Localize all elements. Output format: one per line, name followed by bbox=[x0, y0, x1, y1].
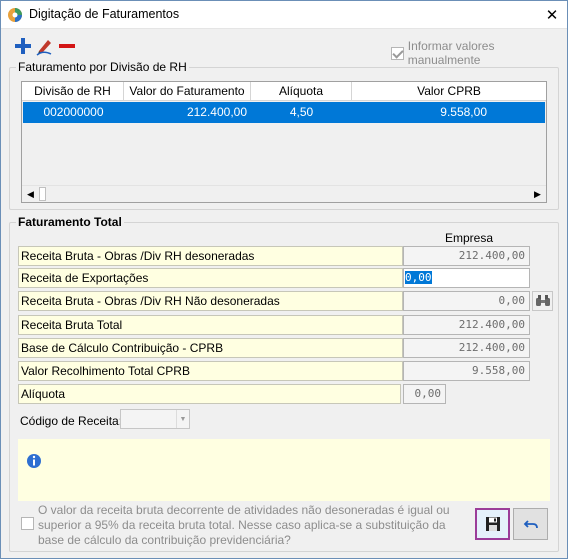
edit-button[interactable] bbox=[35, 36, 55, 56]
label-aliquota: Alíquota bbox=[18, 384, 401, 404]
input-receita-exportacoes-value: 0,00 bbox=[405, 271, 432, 284]
table-row[interactable]: 002000000 212.400,00 4,50 9.558,00 bbox=[23, 102, 545, 123]
value-receita-nao-desoneradas[interactable]: 0,00 bbox=[403, 291, 530, 311]
save-icon bbox=[485, 517, 500, 531]
input-receita-exportacoes[interactable]: 0,00 bbox=[403, 268, 530, 288]
pencil-icon bbox=[36, 40, 52, 56]
undo-button[interactable] bbox=[513, 508, 548, 540]
col-aliquota[interactable]: Alíquota bbox=[251, 82, 352, 101]
empresa-header: Empresa bbox=[445, 231, 494, 245]
horizontal-scrollbar[interactable]: ◀ ▶ bbox=[22, 185, 546, 202]
close-button[interactable]: ✕ bbox=[537, 1, 567, 28]
title-bar: Digitação de Faturamentos ✕ bbox=[1, 1, 567, 29]
codigo-receita-select[interactable]: ▼ bbox=[120, 409, 190, 429]
label-receita-exportacoes: Receita de Exportações bbox=[18, 268, 403, 288]
cell-cprb: 9.558,00 bbox=[440, 105, 487, 119]
col-divisao[interactable]: Divisão de RH bbox=[22, 82, 124, 101]
value-base-calculo[interactable]: 212.400,00 bbox=[403, 338, 530, 358]
cell-aliquota: 4,50 bbox=[289, 105, 314, 119]
col-valor[interactable]: Valor do Faturamento bbox=[124, 82, 251, 101]
label-receita-bruta-total: Receita Bruta Total bbox=[18, 315, 403, 335]
label-base-calculo: Base de Cálculo Contribuição - CPRB bbox=[18, 338, 403, 358]
col-cprb[interactable]: Valor CPRB bbox=[352, 82, 546, 101]
manual-values-checkbox[interactable]: Informar valores manualmente bbox=[391, 39, 567, 67]
cell-divisao: 002000000 bbox=[43, 105, 104, 119]
value-valor-recolhimento[interactable]: 9.558,00 bbox=[403, 361, 530, 381]
rh-grid[interactable]: Divisão de RH Valor do Faturamento Alíqu… bbox=[21, 81, 547, 203]
window-title: Digitação de Faturamentos bbox=[29, 7, 180, 21]
scroll-right-icon[interactable]: ▶ bbox=[529, 186, 546, 202]
chevron-down-icon[interactable]: ▼ bbox=[176, 410, 189, 428]
label-receita-nao-desoneradas: Receita Bruta - Obras /Div RH Não desone… bbox=[18, 291, 403, 311]
manual-values-label: Informar valores manualmente bbox=[407, 39, 495, 67]
nao-desoneradas-text: O valor da receita bruta decorrente de a… bbox=[38, 503, 450, 547]
undo-icon bbox=[523, 520, 538, 529]
plus-icon bbox=[15, 38, 31, 54]
value-aliquota[interactable]: 0,00 bbox=[403, 384, 446, 404]
nao-desoneradas-checkbox[interactable] bbox=[21, 517, 34, 530]
info-panel bbox=[18, 439, 550, 501]
rh-group-label: Faturamento por Divisão de RH bbox=[16, 60, 189, 74]
scroll-thumb[interactable] bbox=[39, 187, 46, 201]
window: Digitação de Faturamentos ✕ Informar val… bbox=[0, 0, 568, 559]
grid-header: Divisão de RH Valor do Faturamento Alíqu… bbox=[22, 82, 546, 101]
remove-button[interactable] bbox=[57, 36, 77, 56]
save-button[interactable] bbox=[475, 508, 510, 540]
cell-valor: 212.400,00 bbox=[186, 105, 247, 119]
scroll-left-icon[interactable]: ◀ bbox=[22, 186, 39, 202]
binoculars-icon bbox=[535, 295, 550, 306]
codigo-receita-label: Código de Receita: bbox=[20, 414, 123, 428]
manual-values-checkbox-box[interactable] bbox=[391, 46, 404, 60]
minus-icon bbox=[59, 44, 75, 48]
total-group-label: Faturamento Total bbox=[16, 215, 124, 229]
info-icon bbox=[26, 453, 42, 472]
value-receita-desoneradas[interactable]: 212.400,00 bbox=[403, 246, 530, 266]
close-icon: ✕ bbox=[545, 6, 559, 24]
add-button[interactable] bbox=[13, 36, 33, 56]
label-receita-desoneradas: Receita Bruta - Obras /Div RH desonerada… bbox=[18, 246, 403, 266]
label-valor-recolhimento: Valor Recolhimento Total CPRB bbox=[18, 361, 403, 381]
value-receita-bruta-total[interactable]: 212.400,00 bbox=[403, 315, 530, 335]
lookup-button[interactable] bbox=[532, 291, 553, 311]
app-icon bbox=[7, 7, 23, 23]
